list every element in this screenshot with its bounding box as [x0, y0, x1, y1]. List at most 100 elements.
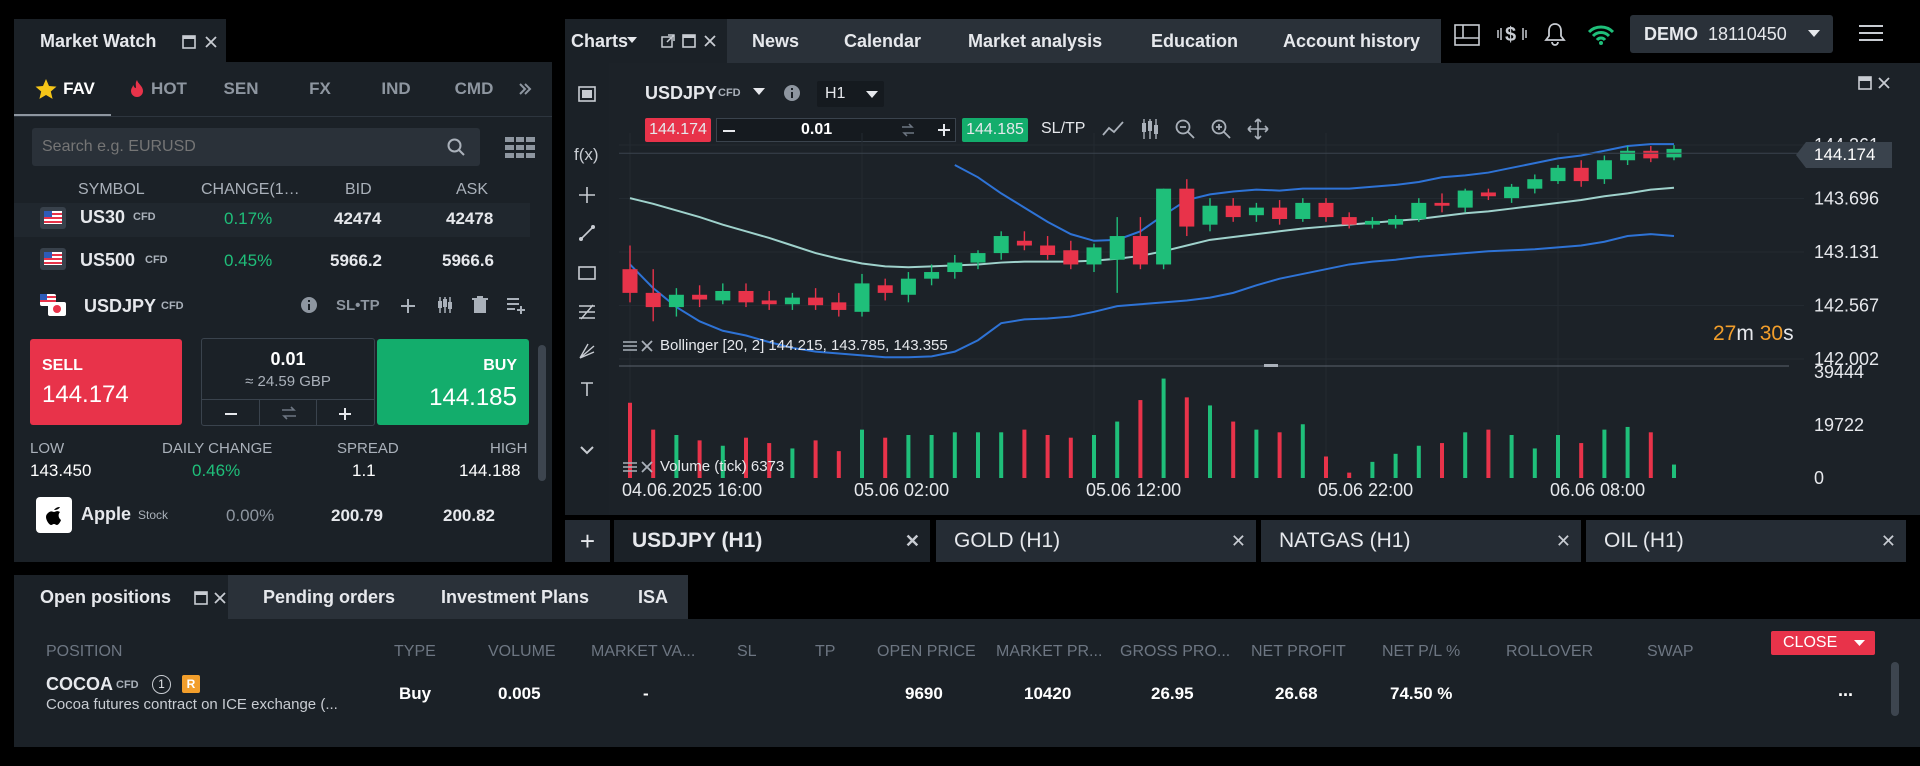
- layout-icon[interactable]: [1454, 24, 1480, 46]
- candle-body[interactable]: [854, 283, 870, 312]
- plus-icon[interactable]: [338, 407, 352, 421]
- candle-body[interactable]: [970, 253, 986, 263]
- col-rollover[interactable]: ROLLOVER: [1506, 643, 1593, 661]
- buy-button[interactable]: BUY 144.185: [377, 339, 529, 425]
- pitchfork-tool-icon[interactable]: [578, 342, 596, 360]
- sell-button[interactable]: SELL 144.174: [30, 339, 182, 425]
- nav-calendar[interactable]: Calendar: [844, 19, 921, 63]
- candle-body[interactable]: [1480, 192, 1496, 197]
- close-icon[interactable]: [640, 339, 654, 352]
- candle-body[interactable]: [784, 297, 800, 305]
- search-input[interactable]: [42, 136, 422, 158]
- swap-icon[interactable]: [280, 405, 298, 421]
- col-tp[interactable]: TP: [815, 643, 835, 661]
- candle-body[interactable]: [1434, 202, 1450, 206]
- candle-body[interactable]: [1550, 167, 1566, 182]
- bid-value[interactable]: 42474: [334, 209, 381, 229]
- candle-body[interactable]: [1573, 167, 1589, 182]
- candle-body[interactable]: [1457, 190, 1473, 208]
- col-net-profit[interactable]: NET PROFIT: [1251, 643, 1346, 661]
- external-icon[interactable]: [661, 34, 675, 48]
- ask-value[interactable]: 5966.6: [442, 251, 494, 271]
- settings-icon[interactable]: [623, 461, 637, 473]
- mw-tab-ind[interactable]: IND: [366, 64, 426, 114]
- sltp-button[interactable]: SL•TP: [336, 297, 380, 314]
- nav-news[interactable]: News: [752, 19, 799, 63]
- candle-body[interactable]: [1202, 205, 1218, 225]
- cursor-tool-icon[interactable]: [578, 86, 596, 102]
- mw-tab-sen[interactable]: SEN: [211, 64, 271, 114]
- search-icon[interactable]: [447, 138, 465, 156]
- candle-body[interactable]: [1248, 207, 1264, 216]
- candle-body[interactable]: [1318, 202, 1334, 218]
- candle-body[interactable]: [761, 300, 777, 305]
- pane-resize-handle[interactable]: [1264, 364, 1278, 367]
- candle-body[interactable]: [1156, 188, 1172, 265]
- list-item[interactable]: US500 CFD 0.45% 5966.2 5966.6: [14, 238, 530, 282]
- close-icon[interactable]: ✕: [1231, 531, 1246, 552]
- chart-tab-gold[interactable]: GOLD (H1) ✕: [936, 520, 1256, 562]
- col-sl[interactable]: SL: [737, 643, 757, 661]
- candle-body[interactable]: [1272, 207, 1288, 219]
- trendline-tool-icon[interactable]: [578, 224, 596, 242]
- ask-value[interactable]: 42478: [446, 209, 493, 229]
- col-market-price[interactable]: MARKET PR...: [996, 643, 1102, 661]
- nav-market-analysis[interactable]: Market analysis: [968, 19, 1102, 63]
- col-symbol[interactable]: SYMBOL: [78, 181, 145, 199]
- candle-body[interactable]: [1040, 245, 1056, 255]
- close-icon[interactable]: [703, 34, 717, 48]
- candle-body[interactable]: [715, 290, 731, 301]
- candle-body[interactable]: [900, 278, 916, 295]
- candle-body[interactable]: [1504, 186, 1520, 199]
- candle-body[interactable]: [993, 236, 1009, 254]
- mw-tab-fav[interactable]: FAV: [20, 64, 110, 114]
- bell-icon[interactable]: [1544, 22, 1566, 46]
- volume-value[interactable]: 0.01: [202, 349, 374, 370]
- search-box[interactable]: [32, 128, 480, 166]
- deposit-icon[interactable]: $: [1497, 22, 1527, 46]
- account-selector[interactable]: DEMO 18110450: [1630, 15, 1833, 53]
- candle-body[interactable]: [622, 269, 638, 293]
- minus-icon[interactable]: [224, 407, 238, 421]
- col-swap[interactable]: SWAP: [1647, 643, 1694, 661]
- candle-body[interactable]: [1643, 150, 1659, 159]
- mw-tab-hot[interactable]: HOT: [118, 64, 198, 114]
- list-item[interactable]: Apple Stock 0.00% 200.79 200.82: [14, 492, 530, 538]
- close-icon[interactable]: ✕: [1881, 531, 1896, 552]
- close-icon[interactable]: ✕: [905, 531, 920, 552]
- candle-body[interactable]: [1086, 247, 1102, 265]
- settings-icon[interactable]: [623, 340, 637, 352]
- col-gross-profit[interactable]: GROSS PRO...: [1120, 643, 1230, 661]
- tab-pending-orders[interactable]: Pending orders: [263, 575, 395, 619]
- candle-body[interactable]: [831, 302, 847, 310]
- candle-body[interactable]: [1364, 220, 1380, 225]
- hamburger-menu-icon[interactable]: [1858, 24, 1884, 42]
- price-chart[interactable]: 144.261143.696143.131142.567142.00239444…: [609, 63, 1920, 515]
- plus-icon[interactable]: [400, 298, 416, 314]
- bollinger-legend[interactable]: Bollinger [20, 2] 144.215, 143.785, 143.…: [623, 337, 948, 354]
- candle-body[interactable]: [877, 285, 893, 293]
- mw-tab-fx[interactable]: FX: [290, 64, 350, 114]
- candle-body[interactable]: [1016, 240, 1032, 246]
- candle-body[interactable]: [645, 292, 661, 308]
- close-icon[interactable]: [213, 591, 227, 605]
- maximize-icon[interactable]: [682, 34, 696, 48]
- candle-body[interactable]: [1179, 188, 1195, 227]
- candles-icon[interactable]: [436, 296, 454, 314]
- candle-body[interactable]: [668, 294, 684, 308]
- bid-value[interactable]: 200.79: [331, 506, 383, 526]
- candle-body[interactable]: [738, 290, 754, 303]
- candle-body[interactable]: [692, 294, 708, 300]
- candle-body[interactable]: [1132, 236, 1148, 265]
- col-market-value[interactable]: MARKET VA...: [591, 643, 695, 661]
- info-icon[interactable]: [300, 296, 318, 314]
- candle-body[interactable]: [1620, 150, 1636, 161]
- fibonacci-tool-icon[interactable]: [578, 303, 596, 321]
- maximize-icon[interactable]: [182, 35, 196, 49]
- crosshair-tool-icon[interactable]: [578, 186, 596, 204]
- charts-tab[interactable]: Charts: [565, 19, 727, 63]
- add-list-icon[interactable]: [506, 296, 526, 314]
- rectangle-tool-icon[interactable]: [578, 264, 596, 282]
- market-watch-header-tab[interactable]: Market Watch: [14, 19, 226, 63]
- chart-tab-usdjpy[interactable]: USDJPY (H1) ✕: [614, 520, 930, 562]
